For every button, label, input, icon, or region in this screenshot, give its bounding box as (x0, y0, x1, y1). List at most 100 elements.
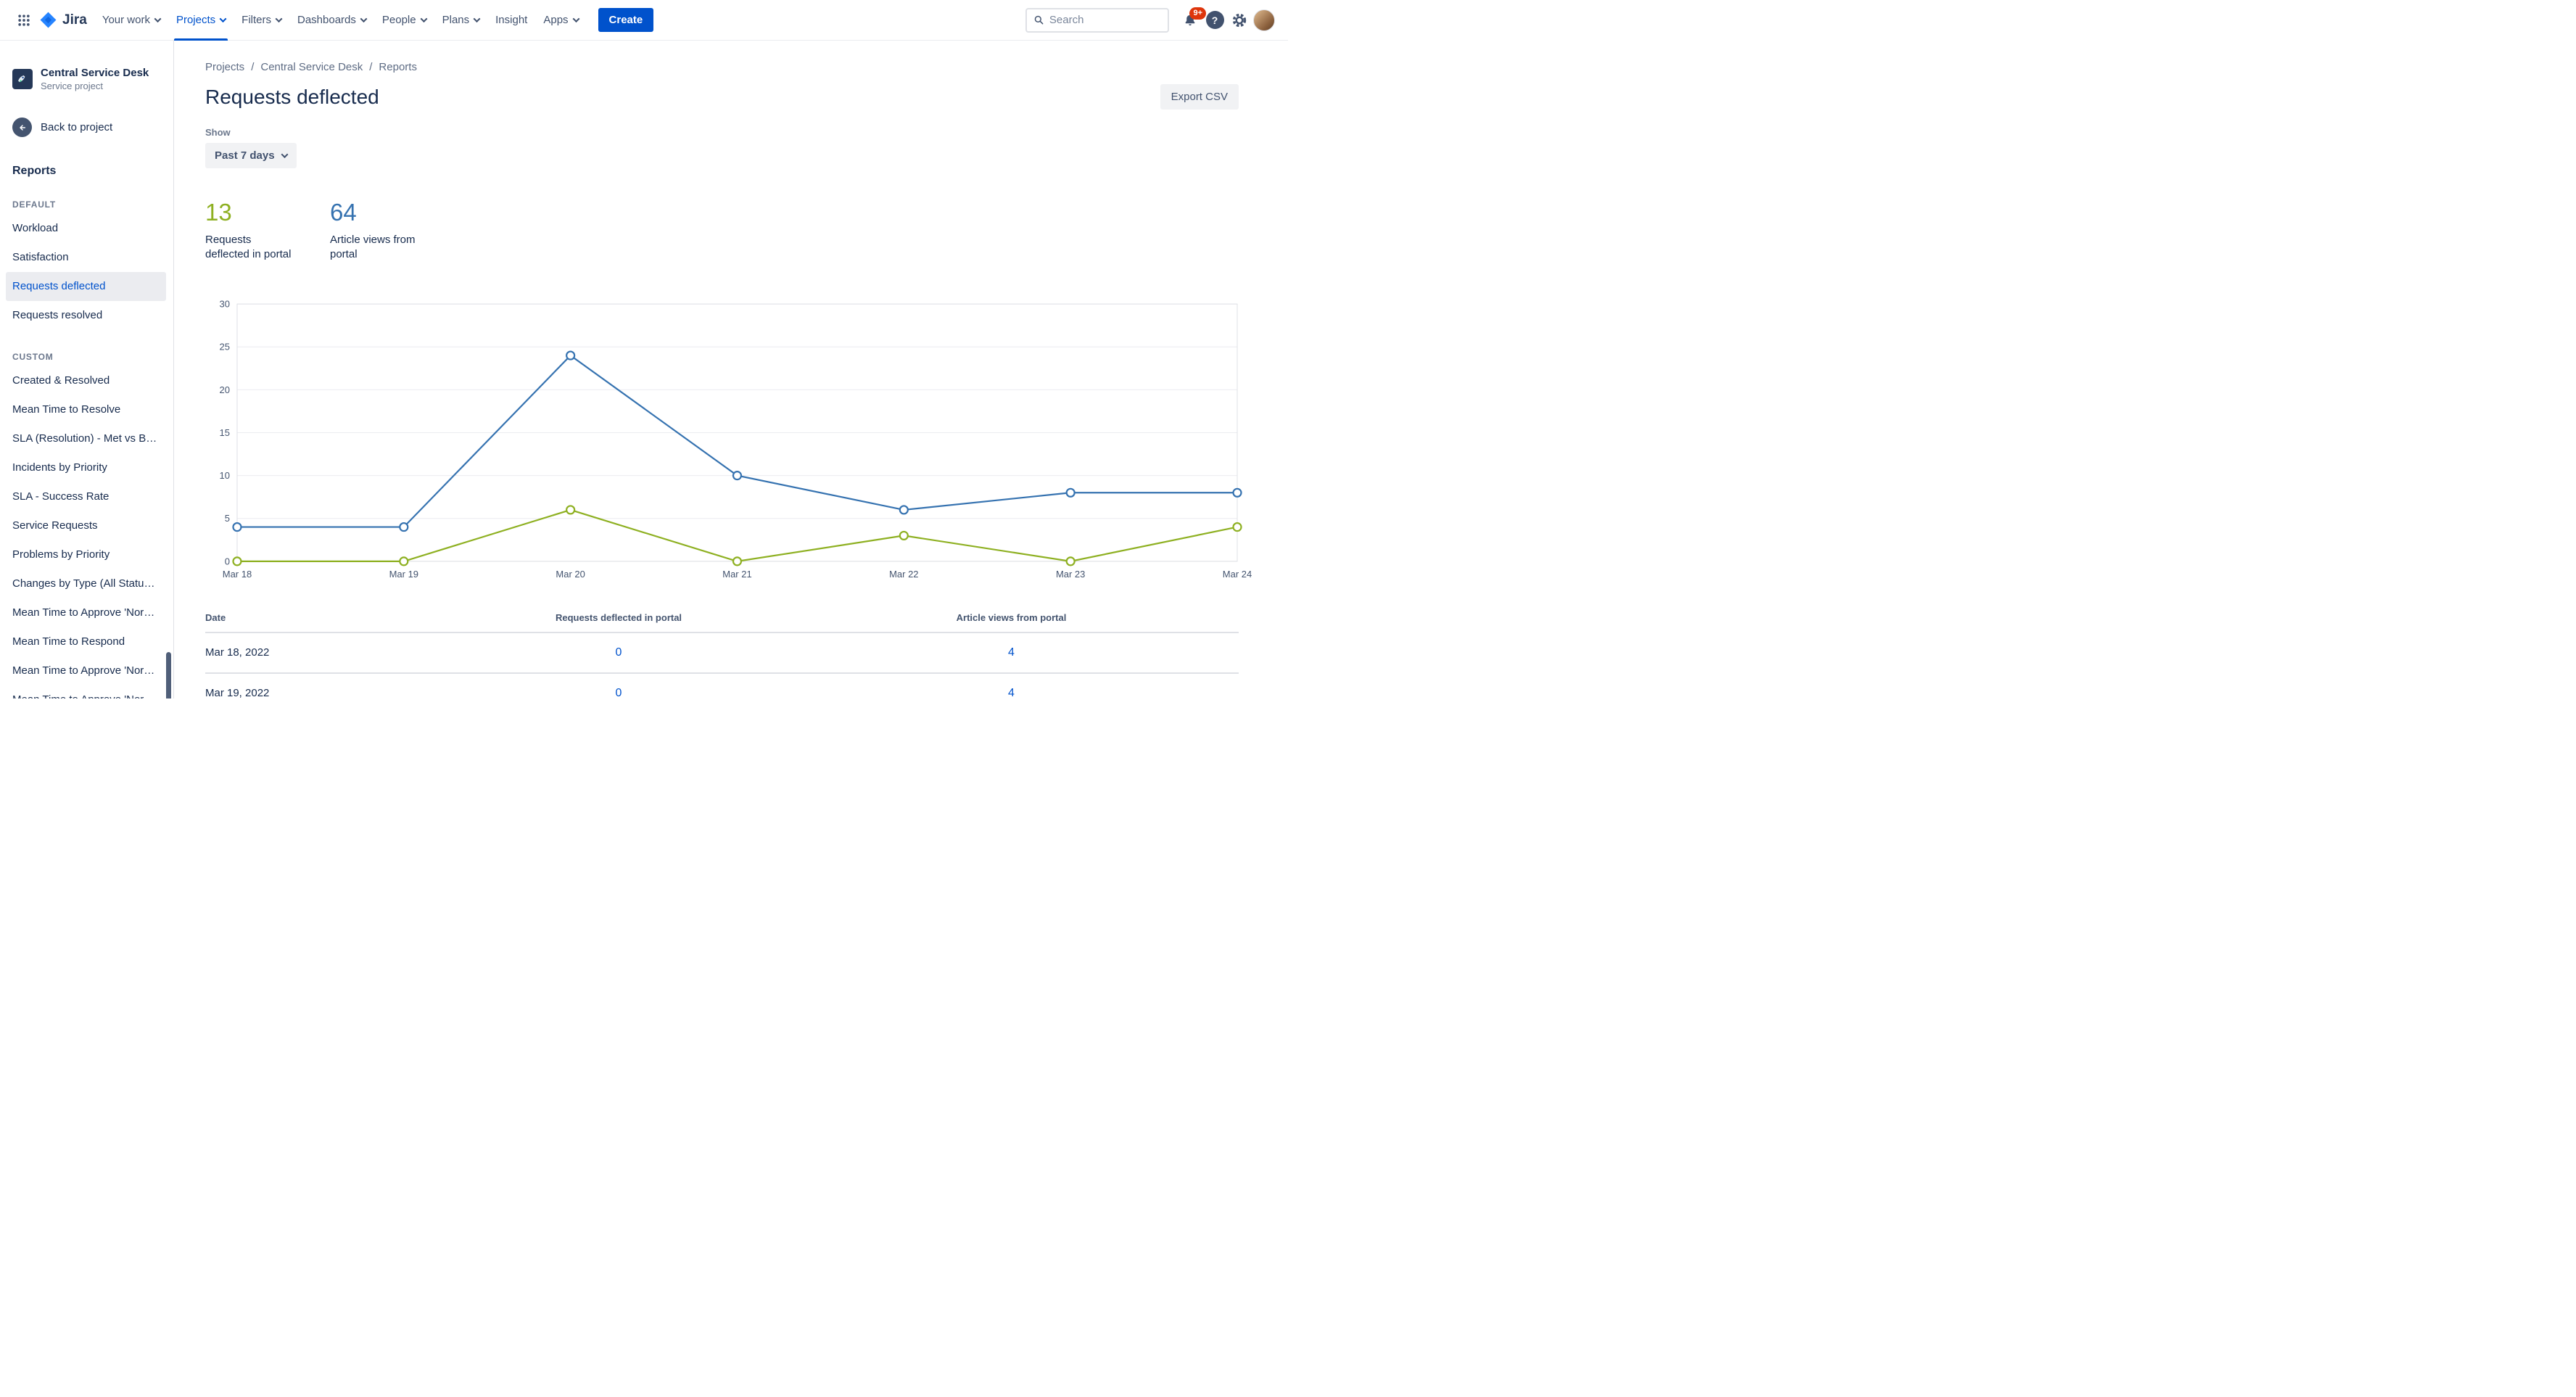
search-box[interactable] (1025, 7, 1169, 33)
nav-people-label: People (381, 14, 416, 26)
app-switcher-button[interactable] (12, 8, 36, 33)
jira-logo-text: Jira (62, 12, 87, 28)
nav-projects-label: Projects (176, 14, 216, 26)
rocket-icon (18, 75, 25, 83)
sidebar-item-workload[interactable]: Workload (6, 214, 166, 243)
sidebar-item-mean-time-to-resolve[interactable]: Mean Time to Resolve (6, 395, 166, 424)
sidebar-item-created-resolved[interactable]: Created & Resolved (6, 366, 166, 395)
svg-text:Mar 18: Mar 18 (223, 568, 252, 579)
breadcrumb-projects[interactable]: Projects (205, 61, 244, 73)
svg-text:5: 5 (225, 513, 230, 524)
help-button[interactable] (1202, 8, 1227, 33)
table-row: Mar 19, 2022 0 4 (205, 673, 1239, 699)
stat-requests-deflected: 13 Requests deflected in portal (205, 200, 311, 263)
nav-apps[interactable]: Apps (535, 0, 586, 41)
project-sidebar: Central Service Desk Service project Bac… (0, 41, 174, 698)
user-avatar (1253, 9, 1275, 31)
title-row: Requests deflected Export CSV (205, 84, 1239, 110)
nav-dashboards-label: Dashboards (297, 14, 356, 26)
nav-filters[interactable]: Filters (234, 0, 289, 41)
nav-your-work[interactable]: Your work (94, 0, 168, 41)
group-title-default: DEFAULT (12, 199, 57, 210)
svg-text:Mar 20: Mar 20 (556, 568, 585, 579)
sidebar-item-sla-resolution-met-vs-breached[interactable]: SLA (Resolution) - Met vs Bre… (6, 424, 166, 453)
export-csv-button[interactable]: Export CSV (1160, 84, 1239, 110)
chevron-down-icon (154, 15, 162, 23)
sidebar-item-incidents-by-priority[interactable]: Incidents by Priority (6, 453, 166, 482)
table-header-row: Date Requests deflected in portal Articl… (205, 611, 1239, 633)
deflection-line-chart: 0 5 10 15 20 25 30 Mar 18 Mar 19 Mar 20 Mar 21 Mar … (205, 298, 1252, 583)
nav-filters-label: Filters (242, 14, 271, 26)
cell-requests-deflected-link[interactable]: 0 (616, 646, 622, 659)
cell-date: Mar 19, 2022 (205, 687, 270, 698)
column-header-requests-deflected: Requests deflected in portal (453, 611, 784, 633)
sidebar-item-mean-time-to-approve-normal-3[interactable]: Mean Time to Approve 'Norm… (6, 685, 166, 698)
svg-text:30: 30 (220, 298, 230, 309)
create-button[interactable]: Create (598, 8, 654, 32)
top-navigation: Jira Your work Projects Filters Dashboar… (0, 0, 1288, 41)
sidebar-item-changes-by-type[interactable]: Changes by Type (All Statuses) (6, 569, 166, 598)
sidebar-item-requests-deflected[interactable]: Requests deflected (6, 272, 166, 301)
table-row: Mar 18, 2022 0 4 (205, 632, 1239, 674)
sidebar-item-mean-time-to-respond[interactable]: Mean Time to Respond (6, 627, 166, 656)
nav-dashboards[interactable]: Dashboards (289, 0, 374, 41)
profile-button[interactable] (1252, 8, 1276, 33)
svg-text:Mar 19: Mar 19 (389, 568, 418, 579)
sidebar-item-mean-time-to-approve-normal-1[interactable]: Mean Time to Approve 'Norm… (6, 598, 166, 627)
svg-text:Mar 21: Mar 21 (722, 568, 751, 579)
breadcrumb-separator: / (251, 61, 255, 73)
breadcrumb-separator: / (369, 61, 373, 73)
sidebar-heading: Reports (12, 165, 57, 177)
breadcrumb-reports[interactable]: Reports (379, 61, 417, 73)
svg-text:20: 20 (220, 384, 230, 395)
back-to-project-link[interactable]: Back to project (6, 118, 166, 137)
nav-projects[interactable]: Projects (168, 0, 234, 41)
nav-apps-label: Apps (543, 14, 569, 26)
project-type: Service project (41, 81, 103, 91)
nav-plans[interactable]: Plans (434, 0, 488, 41)
nav-insight-label: Insight (495, 14, 528, 26)
sidebar-scrollbar[interactable] (166, 652, 171, 698)
svg-text:15: 15 (220, 427, 230, 438)
nav-people[interactable]: People (374, 0, 434, 41)
project-titles: Central Service Desk Service project (41, 67, 149, 91)
sidebar-item-requests-resolved[interactable]: Requests resolved (6, 301, 166, 330)
breadcrumb: Projects / Central Service Desk / Report… (205, 61, 1239, 73)
sidebar-item-mean-time-to-approve-normal-2[interactable]: Mean Time to Approve 'Norm… (6, 656, 166, 685)
chevron-down-icon (420, 15, 428, 23)
date-range-select[interactable]: Past 7 days (205, 143, 297, 168)
jira-logo[interactable]: Jira (39, 11, 87, 29)
sidebar-item-service-requests[interactable]: Service Requests (6, 511, 166, 540)
chevron-down-icon (281, 151, 289, 159)
stat-requests-deflected-label: Requests deflected in portal (205, 234, 292, 261)
column-header-date: Date (205, 611, 453, 633)
svg-text:10: 10 (220, 470, 230, 481)
main-content: Projects / Central Service Desk / Report… (174, 41, 1288, 698)
chevron-down-icon (275, 15, 283, 23)
back-to-project-label: Back to project (41, 121, 113, 133)
project-header: Central Service Desk Service project (6, 67, 166, 91)
report-table: Date Requests deflected in portal Articl… (205, 611, 1239, 699)
sidebar-item-sla-success-rate[interactable]: SLA - Success Rate (6, 482, 166, 511)
page-title: Requests deflected (205, 85, 379, 108)
stat-requests-deflected-value: 13 (205, 199, 232, 226)
cell-requests-deflected-link[interactable]: 0 (616, 687, 622, 699)
breadcrumb-central-service-desk[interactable]: Central Service Desk (260, 61, 363, 73)
column-header-article-views: Article views from portal (784, 611, 1239, 633)
cell-article-views-link[interactable]: 4 (1008, 646, 1015, 659)
svg-text:Mar 22: Mar 22 (889, 568, 918, 579)
settings-button[interactable] (1227, 8, 1252, 33)
help-icon (1205, 11, 1224, 29)
notifications-button[interactable]: 9+ (1178, 7, 1206, 33)
nav-insight[interactable]: Insight (487, 0, 535, 41)
summary-stats: 13 Requests deflected in portal 64 Artic… (205, 200, 1239, 263)
group-title-custom: CUSTOM (12, 352, 54, 362)
sidebar-item-satisfaction[interactable]: Satisfaction (6, 243, 166, 272)
show-filter: Show Past 7 days (205, 127, 1239, 168)
search-input[interactable] (1049, 14, 1161, 26)
cell-article-views-link[interactable]: 4 (1008, 687, 1015, 699)
show-label: Show (205, 127, 231, 138)
date-range-value: Past 7 days (215, 149, 275, 162)
sidebar-item-problems-by-priority[interactable]: Problems by Priority (6, 540, 166, 569)
nav-plans-label: Plans (442, 14, 470, 26)
